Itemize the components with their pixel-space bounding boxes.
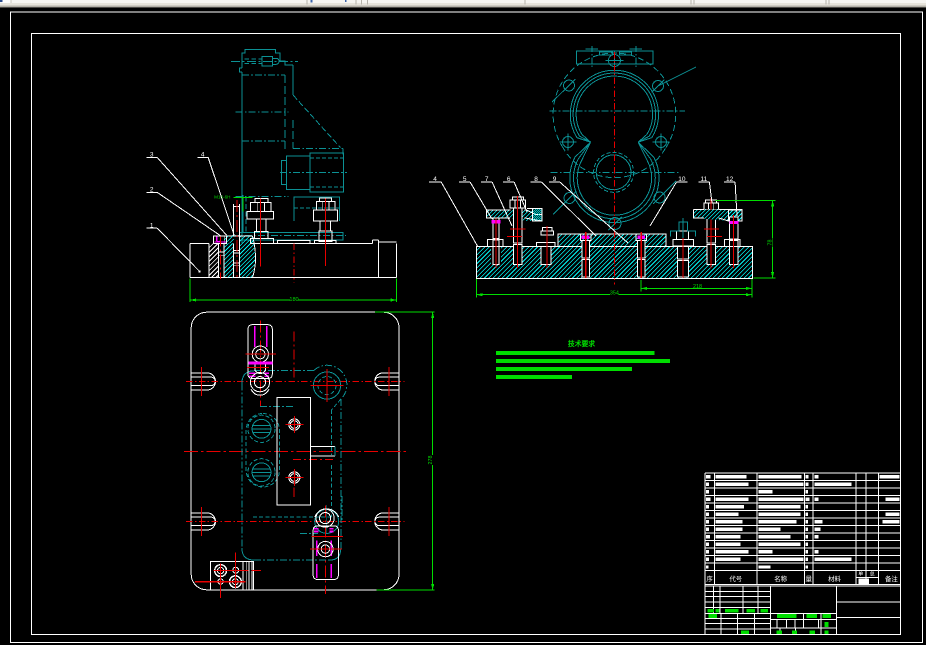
svg-text:代号: 代号 <box>729 574 742 583</box>
svg-text:278: 278 <box>428 456 434 465</box>
svg-text:材料: 材料 <box>828 574 841 583</box>
svg-text:78: 78 <box>767 240 773 246</box>
svg-text:218: 218 <box>693 284 702 290</box>
svg-text:总: 总 <box>870 570 875 577</box>
svg-text:量: 量 <box>806 575 813 583</box>
svg-text:技术要求: 技术要求 <box>568 339 595 348</box>
svg-text:单: 单 <box>858 570 863 577</box>
svg-text:180: 180 <box>289 297 298 303</box>
svg-text:354: 354 <box>610 291 619 297</box>
svg-text:备注: 备注 <box>885 574 898 583</box>
svg-text:名称: 名称 <box>774 574 787 583</box>
svg-text:序: 序 <box>706 574 713 583</box>
